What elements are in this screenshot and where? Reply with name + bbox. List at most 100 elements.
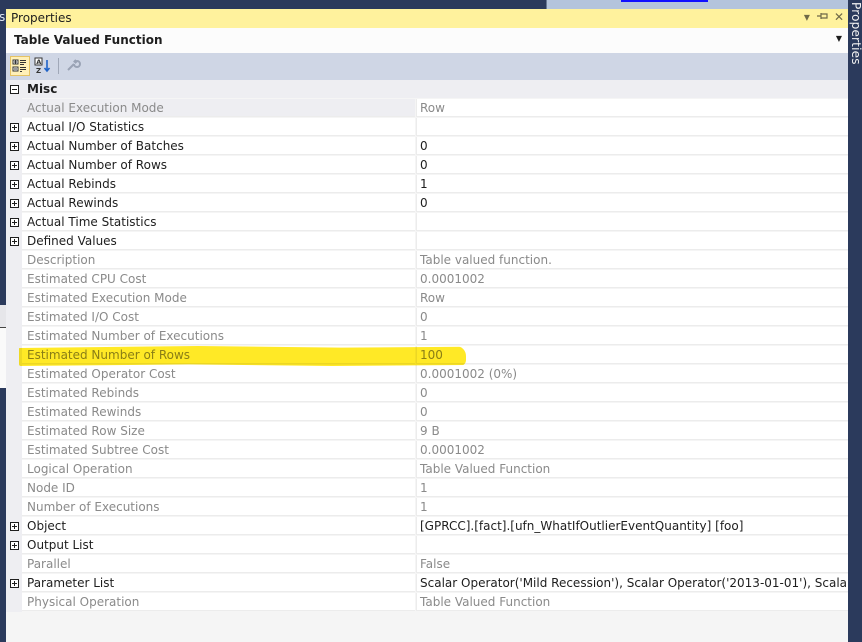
expand-icon[interactable] — [10, 180, 19, 189]
property-row[interactable]: Output List — [6, 536, 848, 555]
property-row[interactable]: Estimated CPU Cost 0.0001002 — [6, 270, 848, 289]
row-gutter — [6, 384, 22, 403]
panel-titlebar[interactable]: Properties ▾ ✕ — [6, 9, 848, 28]
property-value[interactable]: 1 — [416, 498, 848, 516]
row-gutter — [6, 175, 22, 194]
property-value[interactable]: 1 — [416, 479, 848, 497]
property-value[interactable]: 0.0001002 — [416, 441, 848, 459]
row-gutter — [6, 498, 22, 517]
property-value[interactable]: 0 — [416, 156, 848, 174]
property-name: Estimated Operator Cost — [22, 365, 415, 383]
property-row[interactable]: Estimated Execution Mode Row — [6, 289, 848, 308]
property-value[interactable]: [GPRCC].[fact].[ufn_WhatIfOutlierEventQu… — [416, 517, 848, 535]
property-row[interactable]: Logical Operation Table Valued Function — [6, 460, 848, 479]
sort-alphabetical-icon: A Z — [34, 57, 51, 75]
property-row[interactable]: Estimated Number of Rows 100 — [6, 346, 848, 365]
property-value[interactable]: 0.0001002 (0%) — [416, 365, 848, 383]
collapse-icon[interactable] — [10, 85, 19, 94]
row-gutter — [6, 308, 22, 327]
expand-icon[interactable] — [10, 522, 19, 531]
property-row[interactable]: Estimated Rebinds 0 — [6, 384, 848, 403]
pin-icon[interactable] — [816, 10, 828, 25]
property-row[interactable]: Estimated Rewinds 0 — [6, 403, 848, 422]
property-name: Actual Rewinds — [22, 194, 415, 212]
property-grid: Misc Actual Execution Mode Row Actual I/O … — [6, 80, 848, 612]
categorized-button[interactable] — [10, 56, 30, 76]
property-name: Estimated Rewinds — [22, 403, 415, 421]
property-value[interactable]: Scalar Operator('Mild Recession'), Scala… — [416, 574, 848, 592]
row-gutter — [6, 80, 22, 99]
property-value[interactable]: Row — [416, 289, 848, 307]
property-name: Estimated Subtree Cost — [22, 441, 415, 459]
property-row[interactable]: Actual Execution Mode Row — [6, 99, 848, 118]
property-row[interactable]: Actual Number of Batches 0 — [6, 137, 848, 156]
expand-icon[interactable] — [10, 123, 19, 132]
property-value[interactable]: Table Valued Function — [416, 593, 848, 611]
properties-toolbar: A Z — [6, 53, 848, 80]
property-value[interactable] — [416, 232, 848, 250]
expand-icon[interactable] — [10, 541, 19, 550]
property-row[interactable]: Node ID 1 — [6, 479, 848, 498]
property-value[interactable]: False — [416, 555, 848, 573]
window-position-dropdown-icon[interactable]: ▾ — [804, 10, 810, 25]
property-row[interactable]: Estimated Subtree Cost 0.0001002 — [6, 441, 848, 460]
property-value[interactable] — [416, 213, 848, 231]
property-value[interactable]: 0 — [416, 194, 848, 212]
property-value[interactable]: Table valued function. — [416, 251, 848, 269]
property-value[interactable]: 0 — [416, 403, 848, 421]
property-row[interactable]: Actual Number of Rows 0 — [6, 156, 848, 175]
property-value[interactable]: 0 — [416, 137, 848, 155]
row-gutter — [6, 213, 22, 232]
expand-icon[interactable] — [10, 161, 19, 170]
expand-icon[interactable] — [10, 218, 19, 227]
chevron-down-icon[interactable]: ▼ — [836, 34, 842, 43]
category-row-misc[interactable]: Misc — [6, 80, 848, 99]
categorized-icon — [12, 59, 26, 72]
property-row[interactable]: Object [GPRCC].[fact].[ufn_WhatIfOutlierE… — [6, 517, 848, 536]
property-name: Estimated Rebinds — [22, 384, 415, 402]
expand-icon[interactable] — [10, 237, 19, 246]
property-value[interactable]: Table Valued Function — [416, 460, 848, 478]
property-value[interactable]: 0 — [416, 384, 848, 402]
property-name: Actual Time Statistics — [22, 213, 415, 231]
property-value[interactable]: Row — [416, 99, 848, 117]
row-gutter — [6, 441, 22, 460]
property-pages-button[interactable] — [64, 56, 84, 76]
svg-text:Z: Z — [36, 67, 41, 75]
property-row[interactable]: Parallel False — [6, 555, 848, 574]
expand-icon[interactable] — [10, 199, 19, 208]
property-row[interactable]: Defined Values — [6, 232, 848, 251]
property-value[interactable]: 0 — [416, 308, 848, 326]
property-row[interactable]: Estimated Number of Executions 1 — [6, 327, 848, 346]
property-value[interactable]: 1 — [416, 327, 848, 345]
property-row[interactable]: Actual Time Statistics — [6, 213, 848, 232]
property-row[interactable]: Actual I/O Statistics — [6, 118, 848, 137]
row-gutter — [6, 479, 22, 498]
property-row[interactable]: Estimated Row Size 9 B — [6, 422, 848, 441]
panel-title: Properties — [11, 11, 72, 25]
property-value[interactable] — [416, 536, 848, 554]
expand-icon[interactable] — [10, 579, 19, 588]
property-value[interactable]: 0.0001002 — [416, 270, 848, 288]
property-value[interactable]: 100 — [416, 346, 848, 364]
property-row[interactable]: Physical Operation Table Valued Function — [6, 593, 848, 612]
wrench-icon — [67, 59, 81, 71]
property-value[interactable]: 1 — [416, 175, 848, 193]
expand-icon[interactable] — [10, 142, 19, 151]
object-selector[interactable]: Table Valued Function ▼ — [6, 28, 848, 53]
property-row[interactable]: Estimated Operator Cost 0.0001002 (0%) — [6, 365, 848, 384]
property-row[interactable]: Number of Executions 1 — [6, 498, 848, 517]
property-row[interactable]: Description Table valued function. — [6, 251, 848, 270]
row-gutter — [6, 251, 22, 270]
property-row[interactable]: Actual Rebinds 1 — [6, 175, 848, 194]
property-value[interactable] — [416, 118, 848, 136]
close-icon[interactable]: ✕ — [834, 10, 844, 25]
property-name: Estimated CPU Cost — [22, 270, 415, 288]
alphabetical-button[interactable]: A Z — [33, 56, 53, 76]
property-row[interactable]: Actual Rewinds 0 — [6, 194, 848, 213]
property-name: Number of Executions — [22, 498, 415, 516]
property-value[interactable]: 9 B — [416, 422, 848, 440]
property-row[interactable]: Parameter List Scalar Operator('Mild Rece… — [6, 574, 848, 593]
property-row[interactable]: Estimated I/O Cost 0 — [6, 308, 848, 327]
side-tab-properties[interactable]: Properties — [849, 2, 862, 65]
